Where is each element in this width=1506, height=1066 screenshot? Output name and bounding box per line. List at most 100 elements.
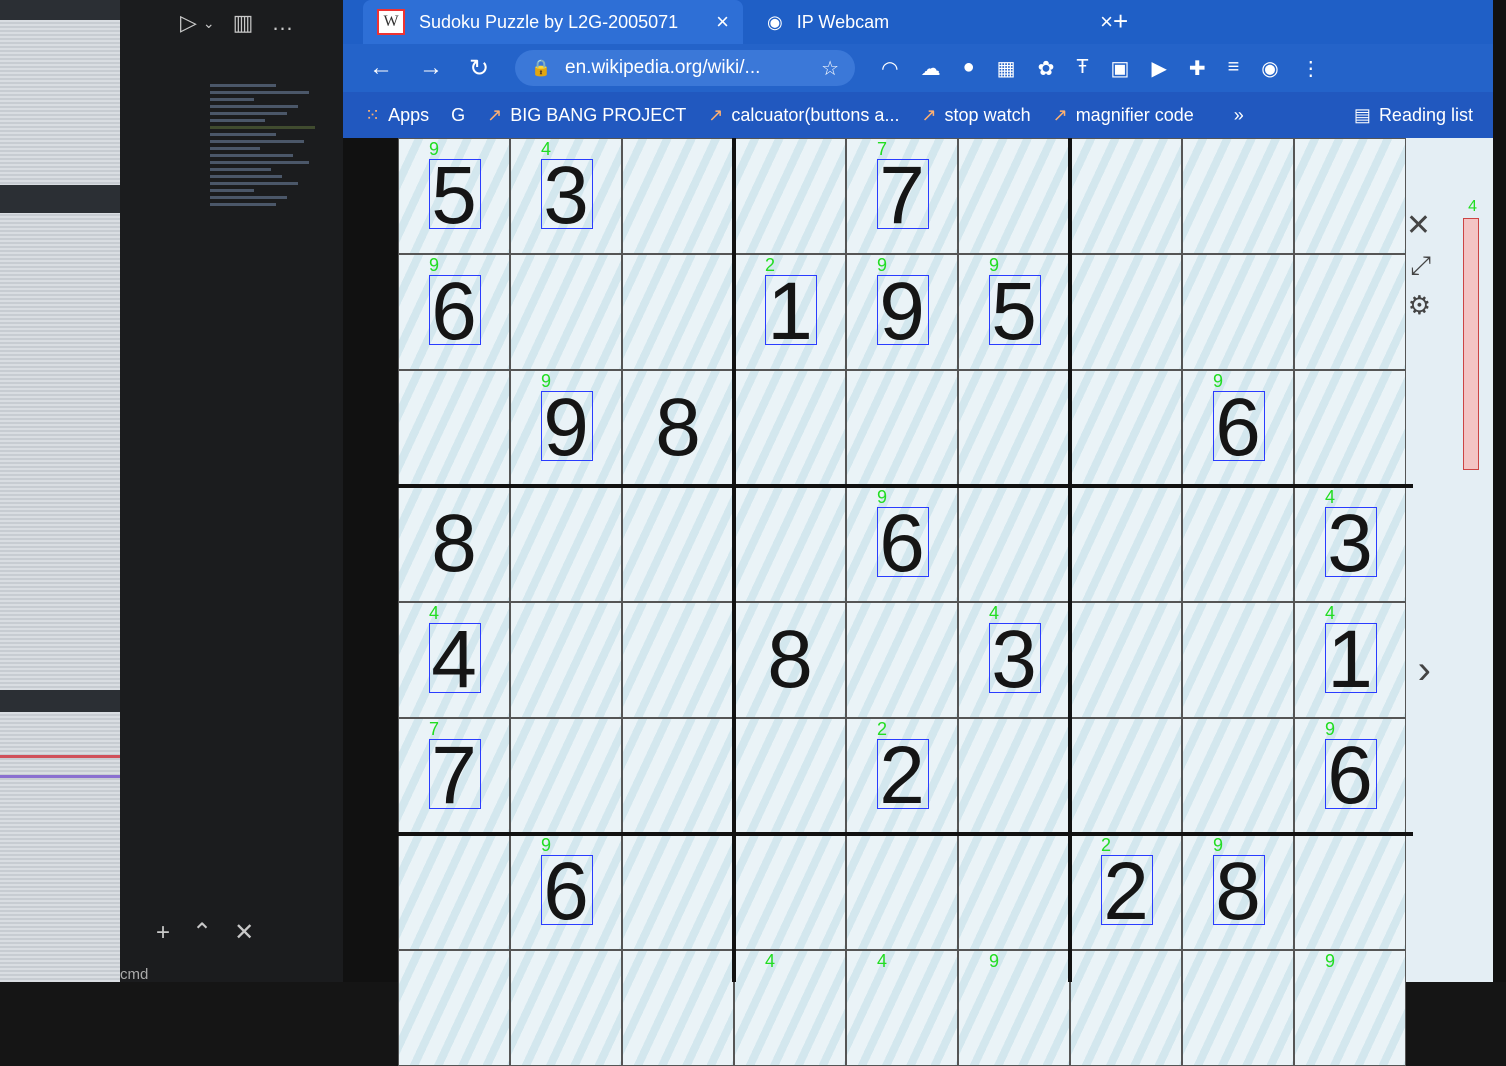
sudoku-cell[interactable] [734,486,846,602]
extension-icon[interactable]: ▶ [1151,56,1166,81]
tab-sudoku[interactable]: W Sudoku Puzzle by L2G-2005071 × [363,0,743,44]
sudoku-cell[interactable]: 9 [1294,950,1406,1066]
sudoku-cell[interactable] [1070,486,1182,602]
sudoku-cell[interactable] [398,950,510,1066]
sudoku-cell[interactable] [958,138,1070,254]
sudoku-cell[interactable] [1294,834,1406,950]
media-icon[interactable]: ≡ [1228,56,1240,81]
chevron-down-icon[interactable]: ⌄ [203,15,215,32]
reading-list-button[interactable]: ▤ Reading list [1354,105,1473,126]
sudoku-cell[interactable]: 8 [398,486,510,602]
sudoku-cell[interactable] [734,370,846,486]
sudoku-cell[interactable]: 77 [846,138,958,254]
bookmark-stop-watch[interactable]: ↗ stop watch [921,105,1030,126]
sudoku-cell[interactable]: 69 [1294,718,1406,834]
sudoku-cell[interactable] [1182,602,1294,718]
sudoku-cell[interactable]: 9 [958,950,1070,1066]
sudoku-cell[interactable] [622,602,734,718]
sudoku-cell[interactable] [1070,602,1182,718]
sudoku-cell[interactable] [398,834,510,950]
sudoku-cell[interactable]: 8 [734,602,846,718]
extension-icon[interactable]: ▣ [1111,56,1130,81]
sudoku-cell[interactable] [958,718,1070,834]
sudoku-cell[interactable]: 59 [398,138,510,254]
extension-icon[interactable]: ▦ [997,56,1016,81]
bookmark-magnifier-code[interactable]: ↗ magnifier code [1053,105,1194,126]
chevron-right-icon[interactable]: › [1418,648,1431,693]
grammarly-icon[interactable]: ● [963,56,975,81]
sudoku-cell[interactable] [1182,718,1294,834]
reload-icon[interactable]: ↻ [469,54,489,83]
sudoku-cell[interactable]: 8 [622,370,734,486]
sudoku-cell[interactable]: 4 [734,950,846,1066]
sudoku-cell[interactable] [510,602,622,718]
add-terminal-button[interactable]: + [156,919,170,947]
run-icon[interactable]: ▷ [180,10,197,36]
sudoku-cell[interactable] [1182,950,1294,1066]
sudoku-cell[interactable]: 34 [510,138,622,254]
extension-icon[interactable]: ☁ [921,56,941,81]
sudoku-cell[interactable]: 34 [1294,486,1406,602]
chevron-up-icon[interactable]: ⌃ [192,918,212,947]
more-icon[interactable]: … [271,10,293,36]
sudoku-cell[interactable] [1070,950,1182,1066]
expand-icon[interactable]: ⤢ [1410,250,1431,282]
sudoku-cell[interactable] [510,254,622,370]
profile-icon[interactable]: ◉ [1261,56,1278,81]
sudoku-cell[interactable] [846,602,958,718]
sudoku-cell[interactable] [1294,370,1406,486]
sudoku-cell[interactable] [510,718,622,834]
sudoku-cell[interactable] [734,138,846,254]
sudoku-cell[interactable] [510,486,622,602]
sudoku-cell[interactable] [958,486,1070,602]
arrow-right-icon[interactable]: → [419,54,443,82]
bookmark-google[interactable]: G [451,105,465,126]
sudoku-cell[interactable]: 14 [1294,602,1406,718]
sudoku-cell[interactable]: 99 [510,370,622,486]
sudoku-cell[interactable]: 69 [398,254,510,370]
sudoku-cell[interactable] [622,834,734,950]
sudoku-cell[interactable] [622,950,734,1066]
sudoku-cell[interactable]: 44 [398,602,510,718]
sudoku-cell[interactable] [1070,138,1182,254]
sudoku-cell[interactable] [1070,254,1182,370]
tab-close-button[interactable]: × [716,9,729,35]
menu-icon[interactable]: ⋮ [1301,56,1321,81]
sudoku-cell[interactable] [510,950,622,1066]
split-editor-icon[interactable]: ▥ [233,10,254,36]
puzzle-icon[interactable]: ✚ [1189,56,1206,81]
terminal-cmd-label[interactable]: cmd [120,966,148,983]
sudoku-cell[interactable]: 34 [958,602,1070,718]
bookmark-big-bang-project[interactable]: ↗ BIG BANG PROJECT [487,105,686,126]
sudoku-cell[interactable]: 89 [1182,834,1294,950]
sudoku-cell[interactable]: 4 [846,950,958,1066]
sudoku-cell[interactable] [1294,254,1406,370]
sudoku-cell[interactable] [1182,254,1294,370]
sudoku-cell[interactable] [622,138,734,254]
sudoku-cell[interactable]: 69 [846,486,958,602]
star-icon[interactable]: ☆ [821,56,839,81]
sudoku-cell[interactable] [958,834,1070,950]
sudoku-cell[interactable] [958,370,1070,486]
sudoku-cell[interactable] [1182,138,1294,254]
sudoku-cell[interactable]: 22 [1070,834,1182,950]
sudoku-cell[interactable] [1294,138,1406,254]
sudoku-cell[interactable] [846,834,958,950]
sudoku-cell[interactable]: 22 [846,718,958,834]
new-tab-button[interactable]: + [1113,6,1128,37]
gear-icon[interactable]: ⚙ [1408,290,1431,321]
sudoku-cell[interactable]: 99 [846,254,958,370]
scrollbar[interactable] [1463,218,1479,470]
address-bar[interactable]: 🔒 en.wikipedia.org/wiki/... ☆ [515,50,856,86]
sudoku-cell[interactable] [622,254,734,370]
sudoku-cell[interactable] [846,370,958,486]
extension-icon[interactable]: ◠ [881,56,898,81]
sudoku-cell[interactable]: 69 [510,834,622,950]
bookmark-apps[interactable]: ⁙ Apps [365,105,429,126]
sudoku-cell[interactable]: 59 [958,254,1070,370]
arrow-left-icon[interactable]: ← [369,54,393,82]
sudoku-cell[interactable] [398,370,510,486]
sudoku-cell[interactable] [1182,486,1294,602]
sudoku-cell[interactable] [622,486,734,602]
sudoku-cell[interactable]: 77 [398,718,510,834]
